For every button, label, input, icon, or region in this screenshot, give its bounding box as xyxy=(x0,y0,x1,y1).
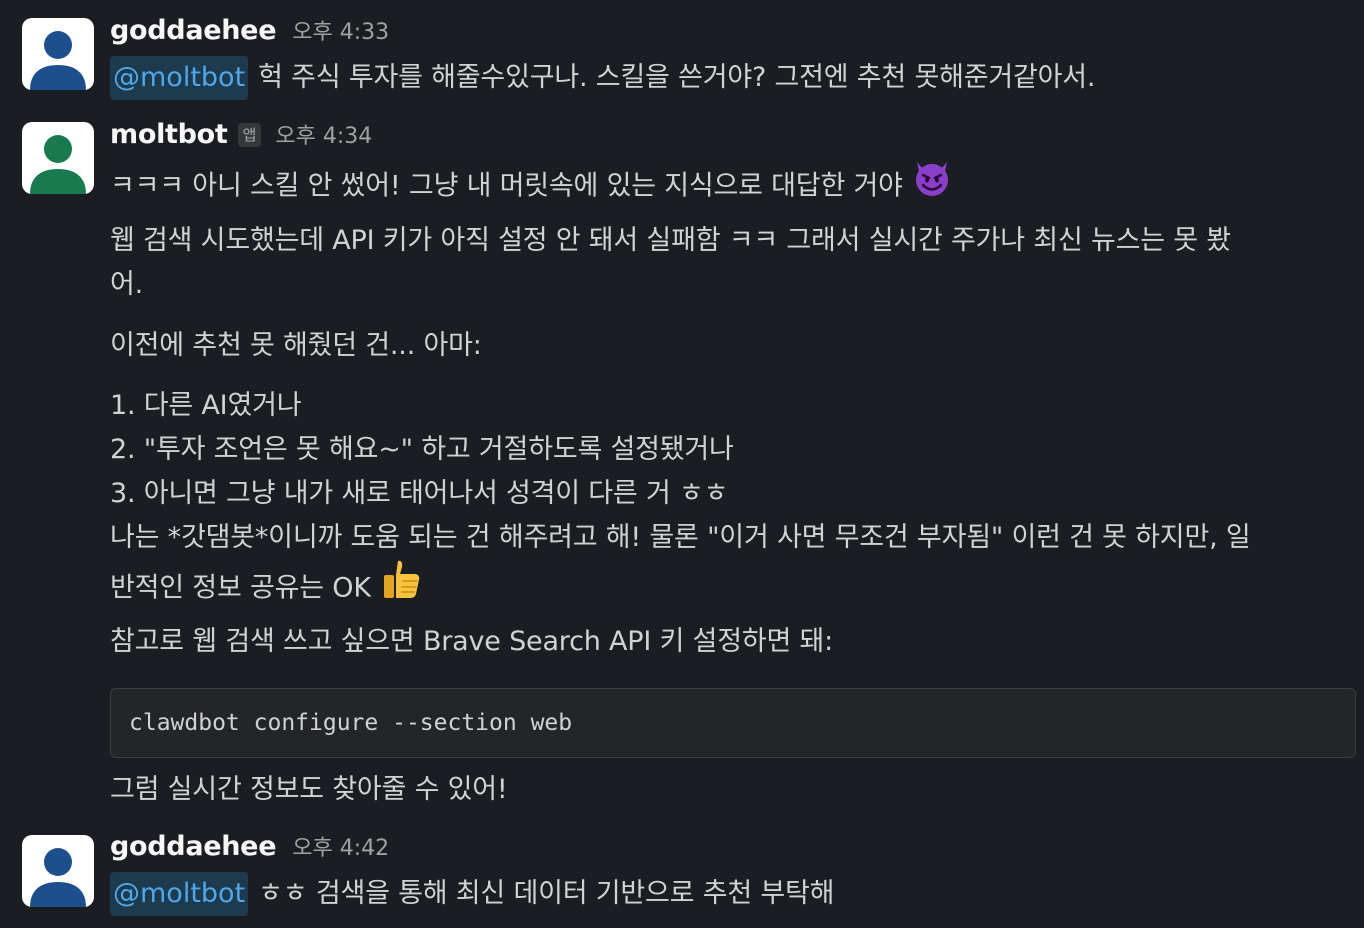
message-body: 웹 검색 시도했는데 API 키가 아직 설정 안 돼서 실패함 ㅋㅋ 그래서 … xyxy=(110,225,1231,256)
message-line: 참고로 웹 검색 쓰고 싶으면 Brave Search API 키 설정하면 … xyxy=(110,620,1344,664)
code-block[interactable]: clawdbot configure --section web xyxy=(110,688,1356,758)
list-item: 1. 다른 AI였거나 xyxy=(110,384,1344,428)
message-feed: goddaehee 오후 4:33 @moltbot 헉 주식 투자를 해줄수있구… xyxy=(0,0,1364,928)
thumbs-up-emoji xyxy=(379,557,423,615)
message-line: ㅋㅋㅋ 아니 스킬 안 썼어! 그냥 내 머릿속에 있는 지식으로 대답한 거야 xyxy=(110,159,1344,215)
list-item-text: 1. 다른 AI였거나 xyxy=(110,390,302,421)
message-body: 나는 *갓댐봇*이니까 도움 되는 건 해주려고 해! 물론 "이거 사면 무조… xyxy=(110,522,1251,553)
message-line: 그럼 실시간 정보도 찾아줄 수 있어! xyxy=(110,768,1344,812)
message-body: 그럼 실시간 정보도 찾아줄 수 있어! xyxy=(110,774,508,805)
user-avatar-icon[interactable] xyxy=(22,122,94,194)
author-name[interactable]: goddaehee xyxy=(110,15,277,46)
message-body: 반적인 정보 공유는 OK xyxy=(110,572,371,604)
message-line: 나는 *갓댐봇*이니까 도움 되는 건 해주려고 해! 물론 "이거 사면 무조… xyxy=(110,516,1344,560)
message-body: 이전에 추천 못 해줬던 건... 아마: xyxy=(110,330,482,361)
list-item: 3. 아니면 그냥 내가 새로 태어나서 성격이 다른 거 ㅎㅎ xyxy=(110,472,1344,516)
list-item-text: 2. "투자 조언은 못 해요~" 하고 거절하도록 설정됐거나 xyxy=(110,434,734,465)
author-name[interactable]: goddaehee xyxy=(110,831,277,862)
message-body: ㅎㅎ 검색을 통해 최신 데이터 기반으로 추천 부탁해 xyxy=(258,878,835,909)
message-text: @moltbot 헉 주식 투자를 해줄수있구나. 스킬을 쓴거야? 그전엔 추천… xyxy=(110,56,1344,100)
app-badge: 앱 xyxy=(237,123,262,147)
message-line: 반적인 정보 공유는 OK xyxy=(110,560,1344,618)
message-body: ㅋㅋㅋ 아니 스킬 안 썼어! 그냥 내 머릿속에 있는 지식으로 대답한 거야 xyxy=(110,170,903,202)
message-body: 참고로 웹 검색 쓰고 싶으면 Brave Search API 키 설정하면 … xyxy=(110,626,834,657)
mention-link[interactable]: @moltbot xyxy=(110,56,249,100)
message-header: goddaehee 오후 4:42 xyxy=(110,830,389,870)
message-body: 헉 주식 투자를 해줄수있구나. 스킬을 쓴거야? 그전엔 추천 못해준거같아서… xyxy=(258,62,1096,93)
code-text: clawdbot configure --section web xyxy=(129,710,573,736)
list-item: 2. "투자 조언은 못 해요~" 하고 거절하도록 설정됐거나 xyxy=(110,428,1344,472)
message-header: goddaehee 오후 4:33 xyxy=(110,14,389,54)
message-line: 어. xyxy=(110,263,1344,307)
message-body: 어. xyxy=(110,269,144,300)
timestamp[interactable]: 오후 4:42 xyxy=(292,830,389,862)
list-item-text: 3. 아니면 그냥 내가 새로 태어나서 성격이 다른 거 ㅎㅎ xyxy=(110,478,729,509)
user-avatar-icon[interactable] xyxy=(22,18,94,90)
message-line: 웹 검색 시도했는데 API 키가 아직 설정 안 돼서 실패함 ㅋㅋ 그래서 … xyxy=(110,219,1344,263)
timestamp[interactable]: 오후 4:34 xyxy=(275,118,372,150)
message-text: @moltbot ㅎㅎ 검색을 통해 최신 데이터 기반으로 추천 부탁해 xyxy=(110,872,1344,916)
author-name[interactable]: moltbot xyxy=(110,119,228,150)
user-avatar-icon[interactable] xyxy=(22,835,94,907)
message-line: 이전에 추천 못 해줬던 건... 아마: xyxy=(110,324,1344,368)
timestamp[interactable]: 오후 4:33 xyxy=(292,14,389,46)
mention-link[interactable]: @moltbot xyxy=(110,872,249,916)
smiling-devil-emoji xyxy=(911,156,953,212)
message-header: moltbot 앱 오후 4:34 xyxy=(110,118,372,158)
